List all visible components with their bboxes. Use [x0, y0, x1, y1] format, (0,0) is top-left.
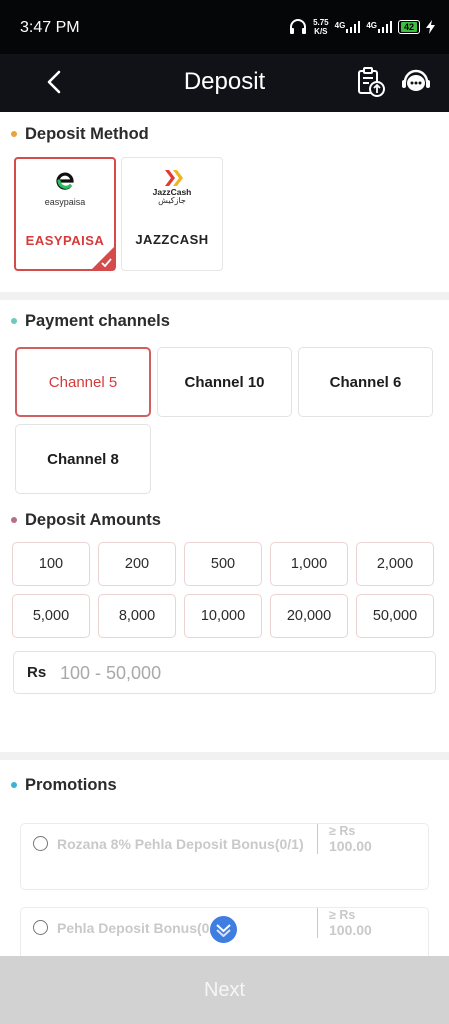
currency-label: Rs: [27, 664, 47, 681]
charging-icon: [426, 20, 435, 34]
payment-channels-title: Payment channels: [25, 312, 170, 330]
promotion-name: Rozana 8% Pehla Deposit Bonus(0/1): [57, 836, 304, 852]
promotion-divider: [317, 908, 318, 938]
promotion-radio[interactable]: [33, 836, 48, 851]
amount-option[interactable]: 100: [12, 542, 90, 586]
amount-option[interactable]: 2,000: [356, 542, 434, 586]
channel-6-button[interactable]: Channel 6: [298, 347, 433, 417]
section-dot: [11, 318, 17, 324]
promotion-min-prefix: ≥ Rs: [329, 908, 356, 922]
promotion-divider: [317, 824, 318, 854]
section-divider: [0, 752, 449, 760]
headphones-icon: [290, 19, 307, 34]
promotion-radio[interactable]: [33, 920, 48, 935]
battery-icon: 42: [397, 20, 420, 34]
net-speed-value: 5.75: [313, 18, 329, 27]
amount-option[interactable]: 1,000: [270, 542, 348, 586]
amount-input-box: Rs: [13, 651, 436, 694]
method-label: JAZZCASH: [135, 232, 209, 247]
promotion-min-amount: 100.00: [329, 922, 372, 938]
method-easypaisa[interactable]: easypaisa EASYPAISA: [14, 157, 116, 271]
status-bar: 3:47 PM 5.75 K/S 4G 4G 42: [0, 0, 449, 54]
amount-input[interactable]: [60, 658, 420, 688]
method-jazzcash[interactable]: JazzCash جازکیش JAZZCASH: [121, 157, 223, 271]
net-speed: 5.75 K/S: [313, 18, 329, 36]
promotion-item[interactable]: Rozana 8% Pehla Deposit Bonus(0/1) ≥ Rs …: [20, 823, 429, 890]
amount-option[interactable]: 500: [184, 542, 262, 586]
amount-option[interactable]: 5,000: [12, 594, 90, 638]
section-dot: [11, 782, 17, 788]
amount-option[interactable]: 8,000: [98, 594, 176, 638]
app-header: Deposit: [0, 54, 449, 112]
net-speed-unit: K/S: [314, 27, 328, 36]
promotions-title: Promotions: [25, 776, 117, 794]
status-icons: 5.75 K/S 4G 4G 42: [289, 18, 435, 36]
jazzcash-logo-subtext: جازکیش: [158, 196, 186, 205]
signal-icon: 4G: [335, 21, 361, 33]
selected-check-icon: [91, 246, 115, 270]
deposit-history-icon[interactable]: [354, 66, 386, 98]
amount-option[interactable]: 50,000: [356, 594, 434, 638]
jazzcash-logo: [165, 170, 183, 186]
signal-type-1: 4G: [334, 21, 346, 30]
amount-option[interactable]: 200: [98, 542, 176, 586]
signal-icon: 4G: [366, 21, 392, 33]
customer-service-icon[interactable]: [401, 68, 431, 96]
status-time: 3:47 PM: [20, 19, 80, 36]
promotion-min-prefix: ≥ Rs: [329, 824, 356, 838]
battery-level: 42: [400, 22, 417, 32]
easypaisa-logo: [56, 170, 76, 190]
easypaisa-logo-text: easypaisa: [44, 197, 86, 207]
deposit-method-title: Deposit Method: [25, 125, 149, 143]
floating-chevron-icon[interactable]: [210, 916, 237, 943]
channel-10-button[interactable]: Channel 10: [157, 347, 292, 417]
section-dot: [11, 517, 17, 523]
signal-type-2: 4G: [366, 21, 377, 30]
section-divider: [0, 292, 449, 300]
promotion-name: Pehla Deposit Bonus(0/1): [57, 920, 226, 936]
deposit-amounts-title: Deposit Amounts: [25, 511, 161, 529]
amount-option[interactable]: 20,000: [270, 594, 348, 638]
amount-option[interactable]: 10,000: [184, 594, 262, 638]
next-button[interactable]: Next: [0, 956, 449, 1024]
channel-8-button[interactable]: Channel 8: [15, 424, 151, 494]
promotion-min-amount: 100.00: [329, 838, 372, 854]
section-dot: [11, 131, 17, 137]
channel-5-button[interactable]: Channel 5: [15, 347, 151, 417]
